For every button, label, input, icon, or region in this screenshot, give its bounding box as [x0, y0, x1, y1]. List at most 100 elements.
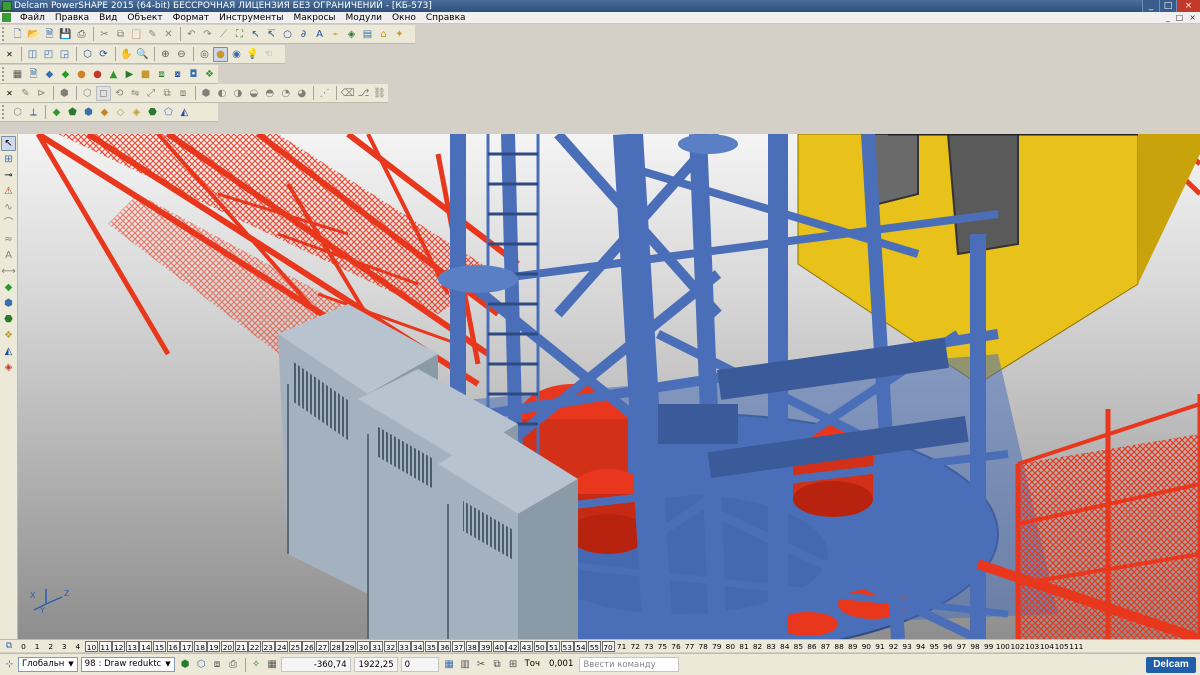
level-chip[interactable]: 20: [220, 640, 234, 652]
level-chip[interactable]: 72: [629, 641, 642, 652]
fillet-icon[interactable]: ◐: [214, 86, 229, 101]
solid-mode-icon[interactable]: ⬢: [178, 657, 193, 672]
part-icon[interactable]: ◘: [186, 67, 201, 82]
solid-shell-icon[interactable]: ⬣: [145, 105, 160, 120]
cut-status-icon[interactable]: ✂: [474, 657, 489, 672]
undo-icon[interactable]: ↶: [184, 27, 199, 42]
close-toolbar-icon[interactable]: ✕: [2, 47, 17, 62]
curve-icon[interactable]: ≈: [1, 232, 16, 247]
sphere-red-icon[interactable]: ●: [90, 67, 105, 82]
level-chip[interactable]: 36: [438, 640, 452, 652]
zoom-out-icon[interactable]: ⊖: [174, 47, 189, 62]
level-chip[interactable]: 38: [465, 640, 479, 652]
level-chip[interactable]: 71: [615, 641, 628, 652]
point-icon[interactable]: ⊸: [1, 168, 16, 183]
sphere-orange-icon[interactable]: ●: [74, 67, 89, 82]
move-icon[interactable]: ⬡: [80, 86, 95, 101]
tree-icon[interactable]: ⎇: [356, 86, 371, 101]
level-chip[interactable]: 84: [778, 641, 791, 652]
level-chip[interactable]: 32: [384, 640, 398, 652]
offset-icon[interactable]: ⧉: [160, 86, 175, 101]
level-chip[interactable]: 85: [792, 641, 805, 652]
wireframe-icon[interactable]: ⟋: [216, 27, 231, 42]
workplane-icon[interactable]: ⊞: [1, 152, 16, 167]
level-chip[interactable]: 102: [1010, 641, 1024, 652]
save-icon[interactable]: 💾: [58, 27, 73, 42]
select-region-icon[interactable]: ↸: [264, 27, 279, 42]
view-rotate-icon[interactable]: ⟳: [96, 47, 111, 62]
paste-icon[interactable]: 📋: [129, 27, 144, 42]
level-chip[interactable]: 103: [1025, 641, 1039, 652]
level-manager-icon[interactable]: ⧉: [2, 641, 16, 652]
close-button[interactable]: ×: [1176, 0, 1200, 12]
light-icon[interactable]: 💡: [245, 47, 260, 62]
arrow-green-icon[interactable]: ▶: [122, 67, 137, 82]
select-arrow-icon[interactable]: ↖: [248, 27, 263, 42]
level-chip[interactable]: 95: [928, 641, 941, 652]
electrode-tool-icon[interactable]: ◭: [1, 344, 16, 359]
level-chip[interactable]: 80: [724, 641, 737, 652]
assembly-tool-icon[interactable]: ❖: [1, 328, 16, 343]
level-chip[interactable]: 42: [506, 640, 520, 652]
delete-icon[interactable]: ✕: [161, 27, 176, 42]
level-chip[interactable]: 39: [479, 640, 493, 652]
chamfer-icon[interactable]: ◑: [230, 86, 245, 101]
circle-select-icon[interactable]: ○: [280, 27, 295, 42]
open-model-icon[interactable]: 🗎: [42, 27, 57, 42]
shaded-icon[interactable]: ●: [213, 46, 228, 62]
level-select[interactable]: 98 : Draw reduktc ▼: [80, 657, 175, 672]
view-front-icon[interactable]: ◫: [25, 47, 40, 62]
workplane-select[interactable]: Глобальн ▼: [18, 657, 78, 672]
surface-icon[interactable]: ◈: [344, 27, 359, 42]
document-list-icon[interactable]: 🗎: [26, 67, 41, 82]
box-icon[interactable]: ■: [138, 67, 153, 82]
level-chip[interactable]: 22: [248, 640, 262, 652]
lasso-icon[interactable]: ∂: [296, 27, 311, 42]
level-chip[interactable]: 12: [112, 640, 126, 652]
level-chip[interactable]: 28: [329, 640, 343, 652]
redo-icon[interactable]: ↷: [200, 27, 215, 42]
level-chip[interactable]: 99: [982, 641, 995, 652]
solid-sweep-icon[interactable]: ◇: [113, 105, 128, 120]
level-chip[interactable]: 98: [969, 641, 982, 652]
arc-icon[interactable]: ⌒: [1, 216, 16, 231]
level-chip[interactable]: 104: [1040, 641, 1054, 652]
level-chip[interactable]: 21: [234, 640, 248, 652]
layer-icon[interactable]: ▤: [360, 27, 375, 42]
solid-edit-icon[interactable]: ⬡: [10, 105, 25, 120]
level-chip[interactable]: 87: [819, 641, 832, 652]
level-chip[interactable]: 13: [125, 640, 139, 652]
menu-view[interactable]: Вид: [94, 12, 122, 24]
level-chip[interactable]: 96: [941, 641, 954, 652]
solid-orange-icon[interactable]: ◆: [97, 105, 112, 120]
doc-minimize-button[interactable]: _: [1166, 12, 1170, 24]
level-chip[interactable]: 35: [424, 640, 438, 652]
copy-object-icon[interactable]: ◻: [95, 85, 111, 101]
solid-green-2-icon[interactable]: ◆: [49, 105, 64, 120]
boolean-icon[interactable]: ⬢: [199, 86, 214, 101]
units-icon[interactable]: ▥: [458, 657, 473, 672]
level-chip[interactable]: 27: [316, 640, 330, 652]
close-toolbar-icon-2[interactable]: ✕: [2, 86, 17, 101]
scale-icon[interactable]: ⤢: [144, 86, 159, 101]
mirror-icon[interactable]: ⇋: [128, 86, 143, 101]
view-top-icon[interactable]: ◰: [41, 47, 56, 62]
level-chip[interactable]: 73: [642, 641, 655, 652]
menu-format[interactable]: Формат: [168, 12, 215, 24]
level-chip[interactable]: 4: [71, 641, 84, 652]
print-mode-icon[interactable]: ⎙: [226, 657, 241, 672]
level-chip[interactable]: 19: [207, 640, 221, 652]
menu-object[interactable]: Объект: [122, 12, 167, 24]
level-chip[interactable]: 30: [356, 640, 370, 652]
menu-file[interactable]: Файл: [15, 12, 50, 24]
extend-icon[interactable]: ◕: [294, 86, 309, 101]
wizard-icon[interactable]: ✦: [392, 27, 407, 42]
solid-blue-icon[interactable]: ◆: [42, 67, 57, 82]
align-icon[interactable]: ⧈: [176, 86, 191, 101]
level-chip[interactable]: 31: [370, 640, 384, 652]
hat-icon[interactable]: ⌂: [376, 27, 391, 42]
history-icon[interactable]: ⌫: [340, 86, 355, 101]
command-input[interactable]: Ввести команду: [579, 657, 680, 672]
level-chip[interactable]: 90: [860, 641, 873, 652]
render-icon[interactable]: ⛶: [232, 27, 247, 42]
